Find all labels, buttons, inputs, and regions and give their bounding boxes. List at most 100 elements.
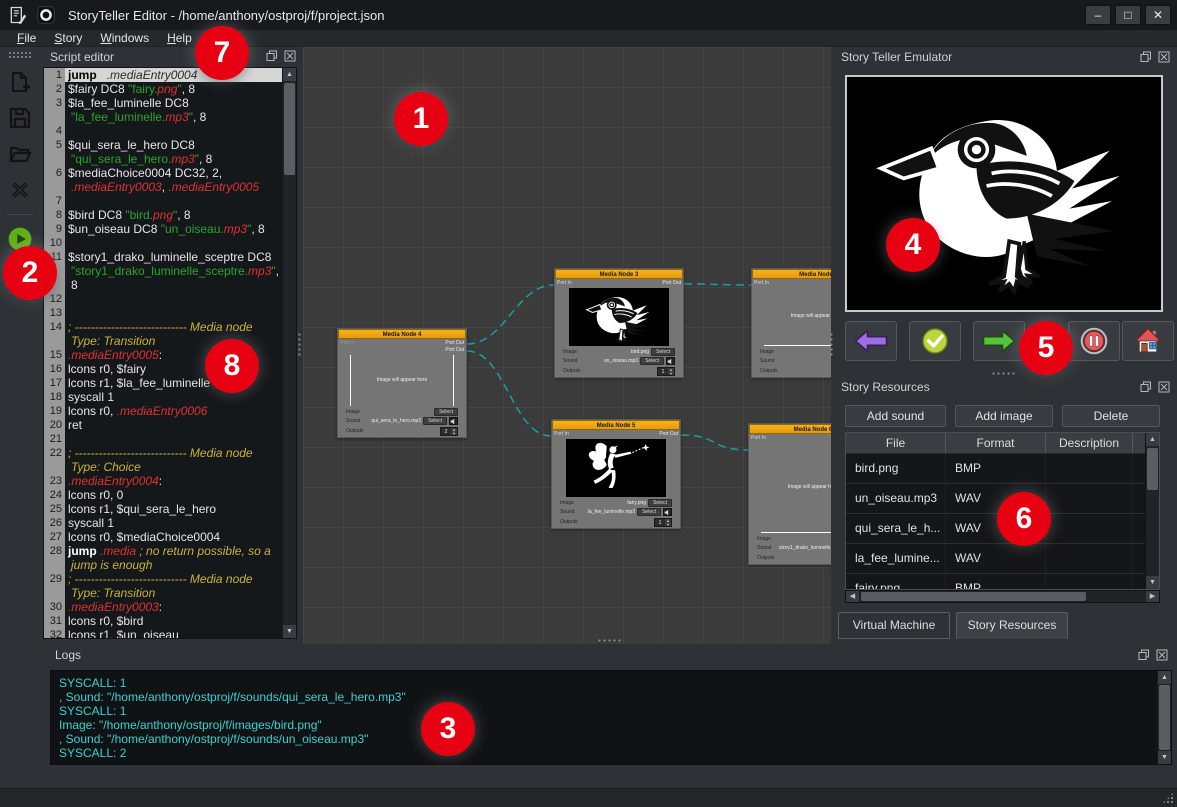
scroll-down-icon[interactable]: ▼ [1158, 751, 1171, 764]
scroll-right-icon[interactable]: ▶ [1146, 591, 1159, 602]
media-node[interactable]: Media NodePort InPort OutImage will appe… [751, 268, 831, 378]
tab-story-resources[interactable]: Story Resources [956, 612, 1068, 639]
emulator-back-button[interactable] [845, 321, 897, 361]
select-button[interactable]: Select [648, 499, 672, 507]
node-field-label: Outputs [757, 555, 777, 561]
play-sound-icon[interactable] [449, 417, 458, 425]
select-button[interactable]: Select [651, 348, 675, 356]
port-in[interactable]: Port In [554, 431, 569, 437]
delete-button[interactable]: Delete [1062, 405, 1160, 427]
right-panel: Story Teller Emulator Story Resources Ad… [831, 47, 1177, 644]
annotation-marker-2: 2 [3, 246, 57, 300]
port-out[interactable]: Port Out [662, 280, 681, 286]
code-line: lcons r1, $qui_sera_le_hero [65, 502, 282, 516]
media-node[interactable]: Media Node 6Port InImage will appear her… [748, 423, 831, 565]
emulator-pause-button[interactable] [1068, 321, 1120, 361]
logs-dock: Logs SYSCALL: 1, Sound: "/home/anthony/o… [40, 645, 1177, 788]
menu-help[interactable]: Help [158, 31, 201, 45]
media-node[interactable]: Media Node 5Port InPort Out Imagefairy.p… [551, 419, 681, 529]
resources-hscrollbar[interactable]: ◀ ▶ [845, 590, 1160, 603]
menu-file[interactable]: File [8, 31, 45, 45]
open-button[interactable] [4, 138, 36, 170]
logs-scrollbar[interactable]: ▲ ▼ [1157, 671, 1171, 764]
splitter-handle[interactable] [991, 371, 1017, 376]
outputs-stepper[interactable]: 1▲▼ [654, 518, 672, 527]
code-line [65, 432, 282, 446]
maximize-button[interactable]: □ [1115, 5, 1141, 25]
script-editor-dock: Script editor 12345678910111213141516171… [40, 47, 303, 645]
add-sound-button[interactable]: Add sound [845, 405, 946, 427]
float-dock-icon[interactable] [266, 50, 278, 62]
menu-story[interactable]: Story [45, 31, 91, 45]
emulator-forward-button[interactable] [973, 321, 1025, 361]
float-dock-icon[interactable] [1140, 51, 1152, 63]
logs-content[interactable]: SYSCALL: 1 , Sound: "/home/anthony/ostpro… [50, 670, 1172, 765]
media-node[interactable]: Media Node 3Port InPort Out Imagebird.pn… [554, 268, 684, 378]
code-line: lcons r0, $bird [65, 614, 282, 628]
close-button[interactable]: ✕ [1145, 5, 1171, 25]
resize-grip[interactable] [1162, 792, 1174, 804]
port-in[interactable]: Port In [557, 280, 572, 286]
log-line: SYSCALL: 1 [59, 676, 1149, 690]
resources-table-scrollbar[interactable]: ▲ ▼ [1145, 433, 1159, 589]
close-dock-icon[interactable] [284, 50, 296, 62]
float-dock-icon[interactable] [1138, 649, 1150, 661]
scroll-up-icon[interactable]: ▲ [283, 68, 296, 81]
close-dock-icon[interactable] [1156, 649, 1168, 661]
outputs-stepper[interactable]: 2▲▼ [440, 427, 458, 436]
close-dock-icon[interactable] [1158, 51, 1170, 63]
play-sound-icon[interactable] [663, 508, 672, 516]
play-sound-icon[interactable] [666, 357, 675, 365]
table-row[interactable]: bird.pngBMP [846, 454, 1159, 484]
emulator-home-button[interactable] [1122, 321, 1174, 361]
port-in[interactable]: Port In [340, 340, 355, 353]
node-field-label: Image [757, 536, 777, 542]
column-header-file[interactable]: File [846, 433, 946, 453]
table-row[interactable]: la_fee_lumine...WAV [846, 544, 1159, 574]
scroll-up-icon[interactable]: ▲ [1158, 671, 1171, 684]
outputs-stepper[interactable]: 1▲▼ [657, 367, 675, 376]
line-number-gutter: 1234567891011121314151617181920212223242… [44, 68, 65, 638]
script-editor-scrollbar[interactable]: ▲ ▼ [282, 68, 296, 638]
float-dock-icon[interactable] [1140, 381, 1152, 393]
add-image-button[interactable]: Add image [955, 405, 1053, 427]
scroll-down-icon[interactable]: ▼ [283, 625, 296, 638]
port-out[interactable]: Port Out [445, 347, 464, 353]
column-header-description[interactable]: Description [1046, 433, 1133, 453]
splitter-handle[interactable] [297, 332, 302, 358]
port-in[interactable]: Port In [751, 435, 766, 441]
scroll-up-icon[interactable]: ▲ [1146, 433, 1159, 446]
scroll-down-icon[interactable]: ▼ [1146, 576, 1159, 589]
scroll-left-icon[interactable]: ◀ [846, 591, 859, 602]
select-button[interactable]: Select [423, 417, 447, 425]
node-graph-canvas[interactable]: Media Node 4Port InPort OutPort OutImage… [303, 47, 831, 644]
annotation-marker-8: 8 [205, 339, 259, 393]
port-in[interactable]: Port In [754, 280, 769, 286]
port-out[interactable]: Port Out [659, 431, 678, 437]
node-title: Media Node 5 [552, 420, 680, 430]
log-line: , Sound: "/home/anthony/ostproj/f/sounds… [59, 732, 1149, 746]
minimize-button[interactable]: – [1085, 5, 1111, 25]
script-editor-content[interactable]: 1234567891011121314151617181920212223242… [43, 67, 297, 639]
close-project-button[interactable] [4, 174, 36, 206]
tab-virtual-machine[interactable]: Virtual Machine [838, 612, 950, 639]
node-image-placeholder: Image will appear here [350, 355, 454, 406]
column-header-format[interactable]: Format [946, 433, 1046, 453]
close-dock-icon[interactable] [1158, 381, 1170, 393]
resources-table-header[interactable]: FileFormatDescription [846, 433, 1159, 454]
select-button[interactable]: Select [637, 508, 661, 516]
port-out[interactable]: Port Out [445, 340, 464, 346]
new-file-button[interactable] [4, 66, 36, 98]
code-line: ; ---------------------------- Media nod… [65, 572, 282, 586]
table-row[interactable]: fairy.pngBMP [846, 574, 1159, 590]
menu-windows[interactable]: Windows [91, 31, 158, 45]
table-cell: BMP [946, 454, 1046, 483]
emulator-ok-button[interactable] [909, 321, 961, 361]
toolbar-drag-handle[interactable] [8, 51, 32, 58]
select-button[interactable]: Select [434, 408, 458, 416]
save-button[interactable] [4, 102, 36, 134]
code-line: lcons r0, .mediaEntry0006 [65, 404, 282, 418]
splitter-handle[interactable] [597, 638, 623, 643]
select-button[interactable]: Select [640, 357, 664, 365]
media-node[interactable]: Media Node 4Port InPort OutPort OutImage… [337, 328, 467, 438]
